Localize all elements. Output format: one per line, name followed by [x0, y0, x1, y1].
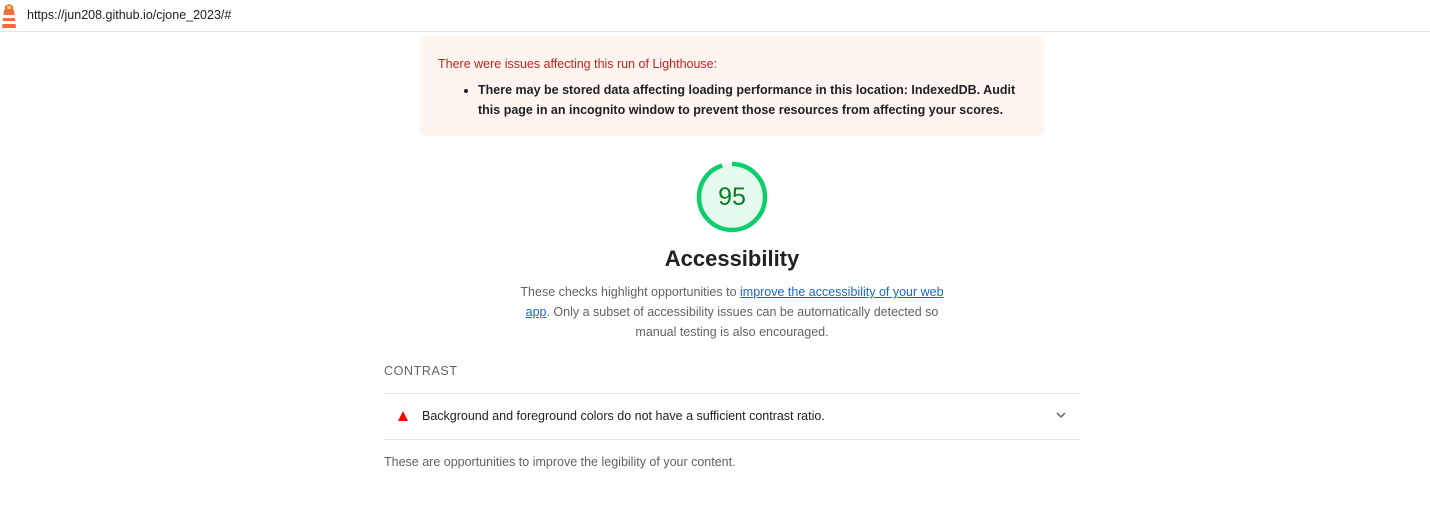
- fail-triangle-icon: [398, 411, 408, 421]
- score-value: 95: [718, 183, 746, 211]
- group-description: These are opportunities to improve the l…: [384, 455, 736, 469]
- run-warnings: There were issues affecting this run of …: [420, 36, 1044, 136]
- url-text[interactable]: https://jun208.github.io/cjone_2023/#: [27, 8, 231, 22]
- warnings-title: There were issues affecting this run of …: [438, 57, 718, 71]
- audit-title: Background and foreground colors do not …: [422, 409, 825, 423]
- category-title: Accessibility: [664, 246, 800, 271]
- description-prefix: These checks highlight opportunities to: [520, 285, 740, 299]
- warnings-list: There may be stored data affecting loadi…: [438, 80, 1026, 120]
- chevron-down-icon[interactable]: [1054, 408, 1068, 422]
- lighthouse-icon: [2, 4, 16, 28]
- group-title-contrast: CONTRAST: [384, 364, 458, 378]
- description-suffix: . Only a subset of accessibility issues …: [546, 305, 939, 339]
- warning-item: There may be stored data affecting loadi…: [478, 80, 1026, 120]
- address-bar: https://jun208.github.io/cjone_2023/#: [0, 0, 1430, 32]
- category-description: These checks highlight opportunities to …: [520, 282, 944, 342]
- audit-color-contrast[interactable]: Background and foreground colors do not …: [384, 393, 1080, 440]
